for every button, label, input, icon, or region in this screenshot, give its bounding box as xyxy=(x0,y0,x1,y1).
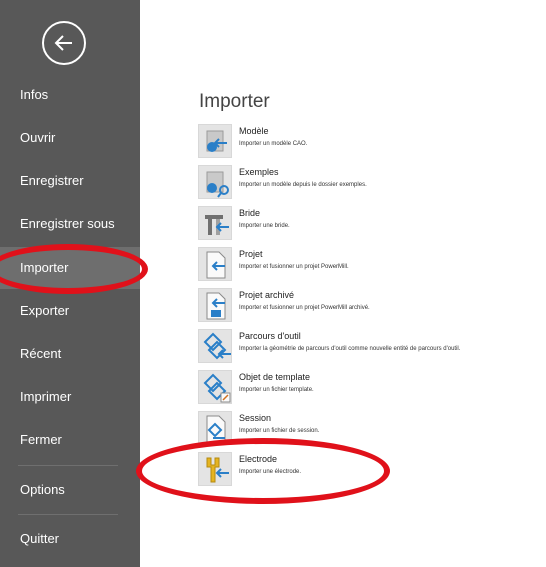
import-item-title: Projet xyxy=(239,249,263,259)
project-import-icon xyxy=(198,247,232,281)
nav-ouvrir[interactable]: Ouvrir xyxy=(0,117,140,159)
import-item-desc: Importer un modèle CAO. xyxy=(239,141,308,147)
clamp-import-icon xyxy=(198,206,232,240)
import-item-title: Bride xyxy=(239,208,261,218)
import-item-modele[interactable]: Modèle Importer un modèle CAO. xyxy=(196,124,536,160)
import-item-title: Parcours d'outil xyxy=(239,331,301,341)
nav-imprimer[interactable]: Imprimer xyxy=(0,376,140,418)
import-item-desc: Importer la géométrie de parcours d'outi… xyxy=(239,346,461,352)
back-button[interactable] xyxy=(42,21,86,65)
template-import-icon xyxy=(198,370,232,404)
import-item-desc: Importer une électrode. xyxy=(239,469,302,475)
session-import-icon xyxy=(198,411,232,445)
import-item-desc: Importer un modèle depuis le dossier exe… xyxy=(239,182,367,188)
import-item-desc: Importer une bride. xyxy=(239,223,290,229)
import-item-desc: Importer et fusionner un projet PowerMil… xyxy=(239,264,349,270)
import-item-session[interactable]: Session Importer un fichier de session. xyxy=(196,411,536,447)
import-item-desc: Importer et fusionner un projet PowerMil… xyxy=(239,305,370,311)
nav-quitter[interactable]: Quitter xyxy=(0,518,140,560)
import-item-title: Exemples xyxy=(239,167,279,177)
import-item-desc: Importer un fichier template. xyxy=(239,387,314,393)
import-item-exemples[interactable]: Exemples Importer un modèle depuis le do… xyxy=(196,165,536,201)
import-panel: Importer Modèle Importer un modèle CAO. … xyxy=(140,0,546,567)
import-item-title: Projet archivé xyxy=(239,290,295,300)
model-import-icon xyxy=(198,124,232,158)
page-title: Importer xyxy=(199,91,270,112)
import-item-bride[interactable]: Bride Importer une bride. xyxy=(196,206,536,242)
nav-enregistrer-sous[interactable]: Enregistrer sous xyxy=(0,203,140,245)
nav-fermer[interactable]: Fermer xyxy=(0,419,140,461)
electrode-import-icon xyxy=(198,452,232,486)
import-item-desc: Importer un fichier de session. xyxy=(239,428,320,434)
import-item-title: Electrode xyxy=(239,454,278,464)
nav-separator xyxy=(18,514,118,515)
import-item-objet-template[interactable]: Objet de template Importer un fichier te… xyxy=(196,370,536,406)
nav-options[interactable]: Options xyxy=(0,469,140,511)
archived-project-import-icon xyxy=(198,288,232,322)
nav-separator xyxy=(18,465,118,466)
nav-infos[interactable]: Infos xyxy=(0,74,140,116)
import-item-projet[interactable]: Projet Importer et fusionner un projet P… xyxy=(196,247,536,283)
import-item-electrode[interactable]: Electrode Importer une électrode. xyxy=(196,452,536,488)
nav-recent[interactable]: Récent xyxy=(0,333,140,375)
nav-importer[interactable]: Importer xyxy=(0,247,140,289)
examples-import-icon xyxy=(198,165,232,199)
import-item-title: Session xyxy=(239,413,272,423)
back-arrow-icon xyxy=(54,35,72,51)
backstage-sidebar: Infos Ouvrir Enregistrer Enregistrer sou… xyxy=(0,0,140,567)
import-item-title: Objet de template xyxy=(239,372,311,382)
nav-enregistrer[interactable]: Enregistrer xyxy=(0,160,140,202)
import-item-title: Modèle xyxy=(239,126,269,136)
import-item-projet-archive[interactable]: Projet archivé Importer et fusionner un … xyxy=(196,288,536,324)
toolpath-import-icon xyxy=(198,329,232,363)
nav-exporter[interactable]: Exporter xyxy=(0,290,140,332)
import-item-parcours-outil[interactable]: Parcours d'outil Importer la géométrie d… xyxy=(196,329,536,365)
